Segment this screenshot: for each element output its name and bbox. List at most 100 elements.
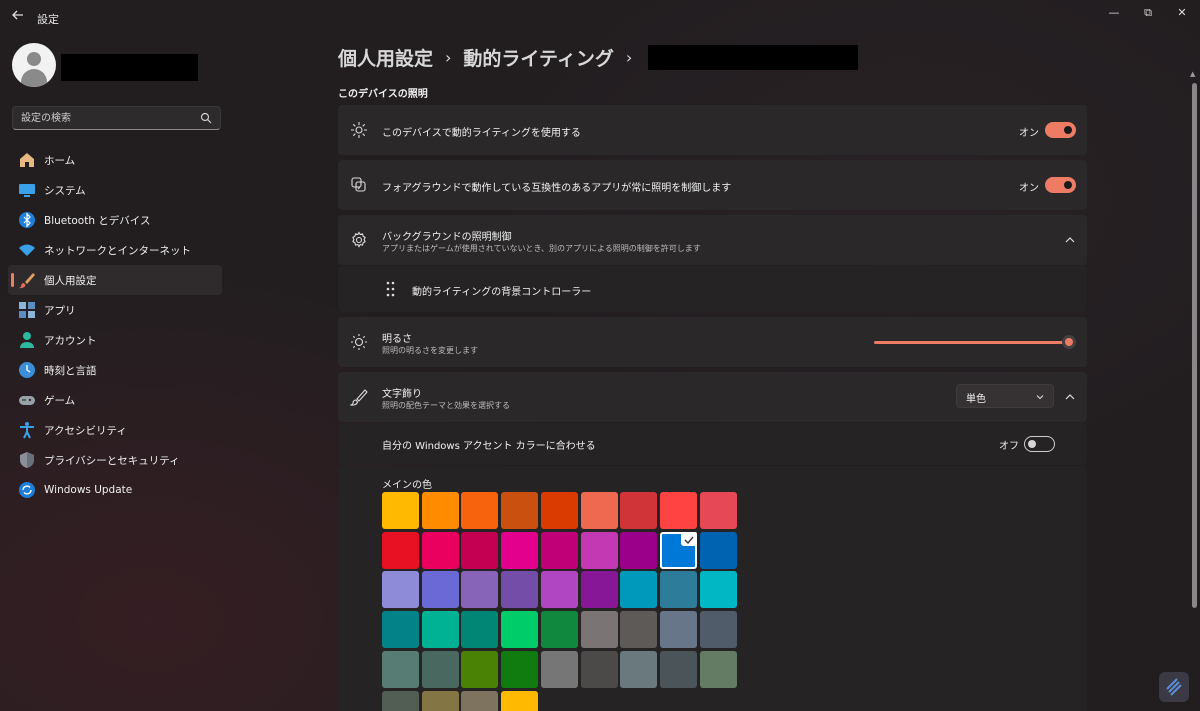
sidebar-item-network[interactable]: ネットワークとインターネット xyxy=(8,235,222,265)
color-swatch[interactable] xyxy=(620,611,658,649)
update-icon xyxy=(19,482,35,498)
color-swatch[interactable] xyxy=(501,531,539,569)
color-swatch[interactable] xyxy=(461,650,499,688)
breadcrumb-separator: › xyxy=(445,47,452,67)
scroll-up-arrow-icon[interactable]: ▲ xyxy=(1190,70,1195,78)
sidebar-item-label: システム xyxy=(44,184,86,197)
drag-handle-icon[interactable] xyxy=(382,280,400,298)
chevron-up-icon[interactable] xyxy=(1063,390,1077,404)
color-swatch[interactable] xyxy=(382,531,419,569)
sidebar-item-personalization[interactable]: 個人用設定 xyxy=(8,265,222,295)
color-swatch[interactable] xyxy=(421,650,459,688)
color-swatch[interactable] xyxy=(461,611,499,649)
sidebar-item-label: アプリ xyxy=(44,304,76,317)
color-swatch[interactable] xyxy=(580,571,618,609)
color-swatch[interactable] xyxy=(699,650,737,688)
color-swatch[interactable] xyxy=(699,571,737,609)
background-control-card[interactable]: バックグラウンドの照明制御 アプリまたはゲームが使用されていないとき、別のアプリ… xyxy=(338,215,1087,265)
color-swatch[interactable] xyxy=(461,531,499,569)
color-swatch[interactable] xyxy=(421,492,459,529)
color-swatch[interactable] xyxy=(659,492,697,529)
sidebar-item-apps[interactable]: アプリ xyxy=(8,295,222,325)
sidebar-item-system[interactable]: システム xyxy=(8,175,222,205)
color-swatch[interactable] xyxy=(659,531,697,569)
color-swatch[interactable] xyxy=(501,492,539,529)
color-swatch[interactable] xyxy=(659,571,697,609)
minimize-button[interactable]: — xyxy=(1096,4,1132,22)
back-arrow-icon[interactable] xyxy=(8,8,28,28)
scrollbar[interactable] xyxy=(1192,83,1197,608)
color-swatch[interactable] xyxy=(540,492,578,529)
sidebar-item-time-language[interactable]: 時刻と言語 xyxy=(8,355,222,385)
chevron-down-icon xyxy=(1036,395,1044,400)
color-swatch[interactable] xyxy=(461,492,499,529)
color-swatch[interactable] xyxy=(659,650,697,688)
foreground-control-card: フォアグラウンドで動作している互換性のあるアプリが常に照明を制御します オン xyxy=(338,160,1087,210)
color-swatch[interactable] xyxy=(501,611,539,649)
color-swatch[interactable] xyxy=(580,492,618,529)
accent-match-toggle[interactable] xyxy=(1024,436,1055,452)
color-swatch[interactable] xyxy=(620,650,658,688)
color-swatch[interactable] xyxy=(540,531,578,569)
color-swatch[interactable] xyxy=(540,650,578,688)
avatar[interactable] xyxy=(12,43,56,87)
color-swatch[interactable] xyxy=(382,492,419,529)
maximize-button[interactable]: ⧉ xyxy=(1130,4,1166,22)
color-swatch[interactable] xyxy=(382,690,419,711)
system-icon xyxy=(19,184,35,197)
color-swatch[interactable] xyxy=(382,571,419,609)
floating-app-icon[interactable] xyxy=(1159,672,1189,702)
chevron-up-icon[interactable] xyxy=(1063,233,1077,247)
foreground-control-toggle[interactable] xyxy=(1045,177,1076,193)
color-swatch[interactable] xyxy=(540,571,578,609)
sidebar-item-gaming[interactable]: ゲーム xyxy=(8,385,222,415)
sidebar-item-windows-update[interactable]: Windows Update xyxy=(8,475,222,505)
brightness-slider-thumb[interactable] xyxy=(1062,335,1076,349)
color-swatch[interactable] xyxy=(421,690,459,711)
sidebar-item-home[interactable]: ホーム xyxy=(8,145,222,175)
effects-dropdown[interactable]: 単色 xyxy=(956,384,1054,408)
color-swatch[interactable] xyxy=(421,571,459,609)
sidebar-item-label: アクセシビリティ xyxy=(44,424,127,437)
sidebar-item-label: ゲーム xyxy=(44,394,76,407)
sidebar-item-accounts[interactable]: アカウント xyxy=(8,325,222,355)
color-swatch[interactable] xyxy=(501,571,539,609)
color-swatch[interactable] xyxy=(580,531,618,569)
sidebar-item-privacy[interactable]: プライバシーとセキュリティ xyxy=(8,445,222,475)
color-swatch[interactable] xyxy=(421,531,459,569)
sidebar: ホーム システム Bluetooth とデバイス ネットワークとインターネット … xyxy=(0,36,232,711)
color-swatch[interactable] xyxy=(461,571,499,609)
breadcrumb-dynamic-lighting[interactable]: 動的ライティング xyxy=(463,44,613,71)
color-swatch[interactable] xyxy=(382,650,419,688)
color-swatch[interactable] xyxy=(421,611,459,649)
color-swatch[interactable] xyxy=(501,690,539,711)
toggle-state-label: オフ xyxy=(999,441,1019,452)
color-swatch[interactable] xyxy=(699,611,737,649)
color-swatch[interactable] xyxy=(659,611,697,649)
breadcrumb-personalization[interactable]: 個人用設定 xyxy=(338,44,433,71)
search-box[interactable] xyxy=(12,106,221,130)
color-swatch[interactable] xyxy=(580,611,618,649)
search-icon[interactable] xyxy=(200,112,212,124)
color-swatch[interactable] xyxy=(382,611,419,649)
color-swatch[interactable] xyxy=(699,492,737,529)
sidebar-item-accessibility[interactable]: アクセシビリティ xyxy=(8,415,222,445)
sidebar-item-bluetooth[interactable]: Bluetooth とデバイス xyxy=(8,205,222,235)
close-button[interactable]: ✕ xyxy=(1164,4,1200,22)
color-swatch[interactable] xyxy=(501,650,539,688)
color-swatch[interactable] xyxy=(699,531,737,569)
sidebar-item-label: ホーム xyxy=(44,154,76,167)
accent-match-label: 自分の Windows アクセント カラーに合わせる xyxy=(382,441,596,452)
accent-match-row: 自分の Windows アクセント カラーに合わせる オフ xyxy=(338,423,1087,465)
brightness-slider-track[interactable] xyxy=(874,341,1069,344)
brightness-desc: 照明の明るさを変更します xyxy=(382,346,478,355)
color-swatch[interactable] xyxy=(620,571,658,609)
color-swatch[interactable] xyxy=(620,531,658,569)
color-swatch[interactable] xyxy=(580,650,618,688)
color-swatch[interactable] xyxy=(620,492,658,529)
search-input[interactable] xyxy=(21,110,191,126)
time-language-icon xyxy=(19,362,35,378)
color-swatch[interactable] xyxy=(461,690,499,711)
color-swatch[interactable] xyxy=(540,611,578,649)
use-dynamic-lighting-toggle[interactable] xyxy=(1045,122,1076,138)
